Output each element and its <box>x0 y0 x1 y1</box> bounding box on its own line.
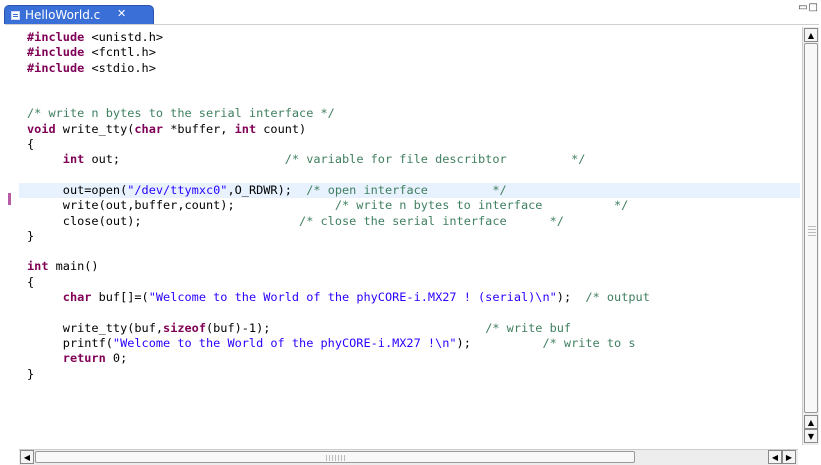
close-icon[interactable]: ✕ <box>117 7 126 20</box>
editor-tab-helloworld[interactable]: HelloWorld.c ✕ <box>4 5 154 24</box>
scroll-left-button-right[interactable]: ◀ <box>768 450 782 464</box>
vertical-scroll-thumb[interactable] <box>804 43 818 413</box>
code-keyword: #include <box>27 60 85 75</box>
code-string: "Welcome to the World of the phyCORE-i.M… <box>112 335 457 350</box>
view-controls: ▭□ <box>798 2 819 13</box>
horizontal-scroll-thumb[interactable] <box>35 451 635 463</box>
maximize-icon[interactable]: □ <box>809 2 819 13</box>
code-text: *buffer, <box>163 121 235 136</box>
code-text: buf[]=( <box>91 290 149 305</box>
code-text: (buf)-1); <box>205 320 486 335</box>
minimize-icon[interactable]: ▭ <box>798 2 808 13</box>
scroll-grip <box>808 224 816 236</box>
code-line[interactable]: close(out); /* close the serial interfac… <box>27 214 800 229</box>
code-string: "/dev/ttymxc0" <box>127 182 228 197</box>
code-editor[interactable]: #include <unistd.h> #include <fcntl.h> #in… <box>19 25 800 446</box>
code-text: printf( <box>27 335 113 350</box>
code-keyword: void <box>27 121 56 136</box>
code-line[interactable]: } <box>27 367 800 382</box>
code-text: count) <box>256 121 307 136</box>
code-line[interactable] <box>27 244 800 259</box>
code-line[interactable]: #include <fcntl.h> <box>27 45 800 60</box>
code-text: { <box>27 137 35 152</box>
tab-label: HelloWorld.c <box>25 8 101 22</box>
code-text: <fcntl.h> <box>84 45 156 60</box>
code-line[interactable]: { <box>27 137 800 152</box>
code-line[interactable]: void write_tty(char *buffer, int count) <box>27 122 800 137</box>
code-keyword: int <box>62 152 85 167</box>
vertical-scrollbar[interactable]: ▲ ▲ ▼ <box>802 27 819 445</box>
code-text: out=open( <box>27 182 128 197</box>
change-marker <box>8 193 11 205</box>
code-line[interactable]: int main() <box>27 259 800 274</box>
editor-tab-bar: HelloWorld.c ✕ ▭□ <box>0 0 821 24</box>
code-text: out; <box>84 152 285 167</box>
code-line[interactable]: #include <stdio.h> <box>27 61 800 76</box>
code-text: ); <box>556 290 586 305</box>
code-text: write_tty( <box>55 121 135 136</box>
code-keyword: char <box>62 290 92 305</box>
code-comment: /* variable for file describtor */ <box>284 152 586 167</box>
scroll-up-button-lower[interactable]: ▲ <box>804 415 818 429</box>
code-line[interactable]: } <box>27 229 800 244</box>
code-comment: /* close the serial interface */ <box>299 213 564 228</box>
code-comment: /* write buf <box>485 320 572 335</box>
code-keyword: int <box>27 259 49 274</box>
code-text: close(out); <box>27 213 300 228</box>
code-keyword: int <box>234 121 257 136</box>
code-comment: /* write n bytes to interface */ <box>334 198 629 213</box>
code-text: 0; <box>105 351 128 366</box>
code-text: ,O_RDWR); <box>227 182 307 197</box>
scroll-right-button[interactable]: ▶ <box>782 450 796 464</box>
code-line[interactable]: int out; /* variable for file describtor… <box>27 152 800 167</box>
code-line[interactable]: out=open("/dev/ttymxc0",O_RDWR); /* open… <box>19 182 800 199</box>
code-line[interactable] <box>27 168 800 183</box>
code-text: <stdio.h> <box>84 60 156 75</box>
code-line[interactable]: char buf[]=("Welcome to the World of the… <box>27 290 800 305</box>
code-line[interactable]: write(out,buffer,count); /* write n byte… <box>27 198 800 213</box>
code-comment: /* open interface */ <box>306 182 507 197</box>
code-keyword: char <box>134 121 164 136</box>
source-code: #include <unistd.h> #include <fcntl.h> #in… <box>19 30 800 382</box>
code-text: write(out,buffer,count); <box>27 198 335 213</box>
scroll-down-button[interactable]: ▼ <box>804 429 818 443</box>
code-text: main() <box>48 259 99 274</box>
c-source-file-icon <box>11 11 20 20</box>
code-keyword: #include <box>27 30 85 44</box>
code-line[interactable] <box>27 305 800 320</box>
code-line[interactable]: /* write n bytes to the serial interface… <box>27 106 800 121</box>
code-comment: /* write n bytes to the serial interface… <box>27 106 335 121</box>
code-comment: /* output <box>585 290 650 305</box>
code-string: "Welcome to the World of the phyCORE-i.M… <box>148 290 557 305</box>
code-text: { <box>27 274 35 289</box>
code-text: write_tty(buf, <box>27 320 164 335</box>
code-line[interactable] <box>27 76 800 91</box>
code-keyword: return <box>62 351 106 366</box>
code-text: ); <box>456 335 543 350</box>
marker-ruler <box>5 25 19 446</box>
code-text: <unistd.h> <box>84 30 164 44</box>
scroll-left-button[interactable]: ◀ <box>20 450 34 464</box>
code-keyword: sizeof <box>163 320 206 335</box>
code-text: } <box>27 366 35 381</box>
scroll-grip <box>326 455 346 461</box>
horizontal-scrollbar[interactable]: ◀ ◀ ▶ <box>19 449 798 465</box>
code-line[interactable]: #include <unistd.h> <box>27 30 800 45</box>
code-line[interactable]: printf("Welcome to the World of the phyC… <box>27 336 800 351</box>
code-line[interactable]: write_tty(buf,sizeof(buf)-1); /* write b… <box>27 321 800 336</box>
scroll-up-button[interactable]: ▲ <box>804 28 818 42</box>
code-line[interactable]: return 0; <box>27 351 800 366</box>
code-line[interactable] <box>27 91 800 106</box>
code-comment: /* write to s <box>542 335 636 350</box>
code-line[interactable]: { <box>27 275 800 290</box>
code-text: } <box>27 228 35 243</box>
code-keyword: #include <box>27 45 85 60</box>
